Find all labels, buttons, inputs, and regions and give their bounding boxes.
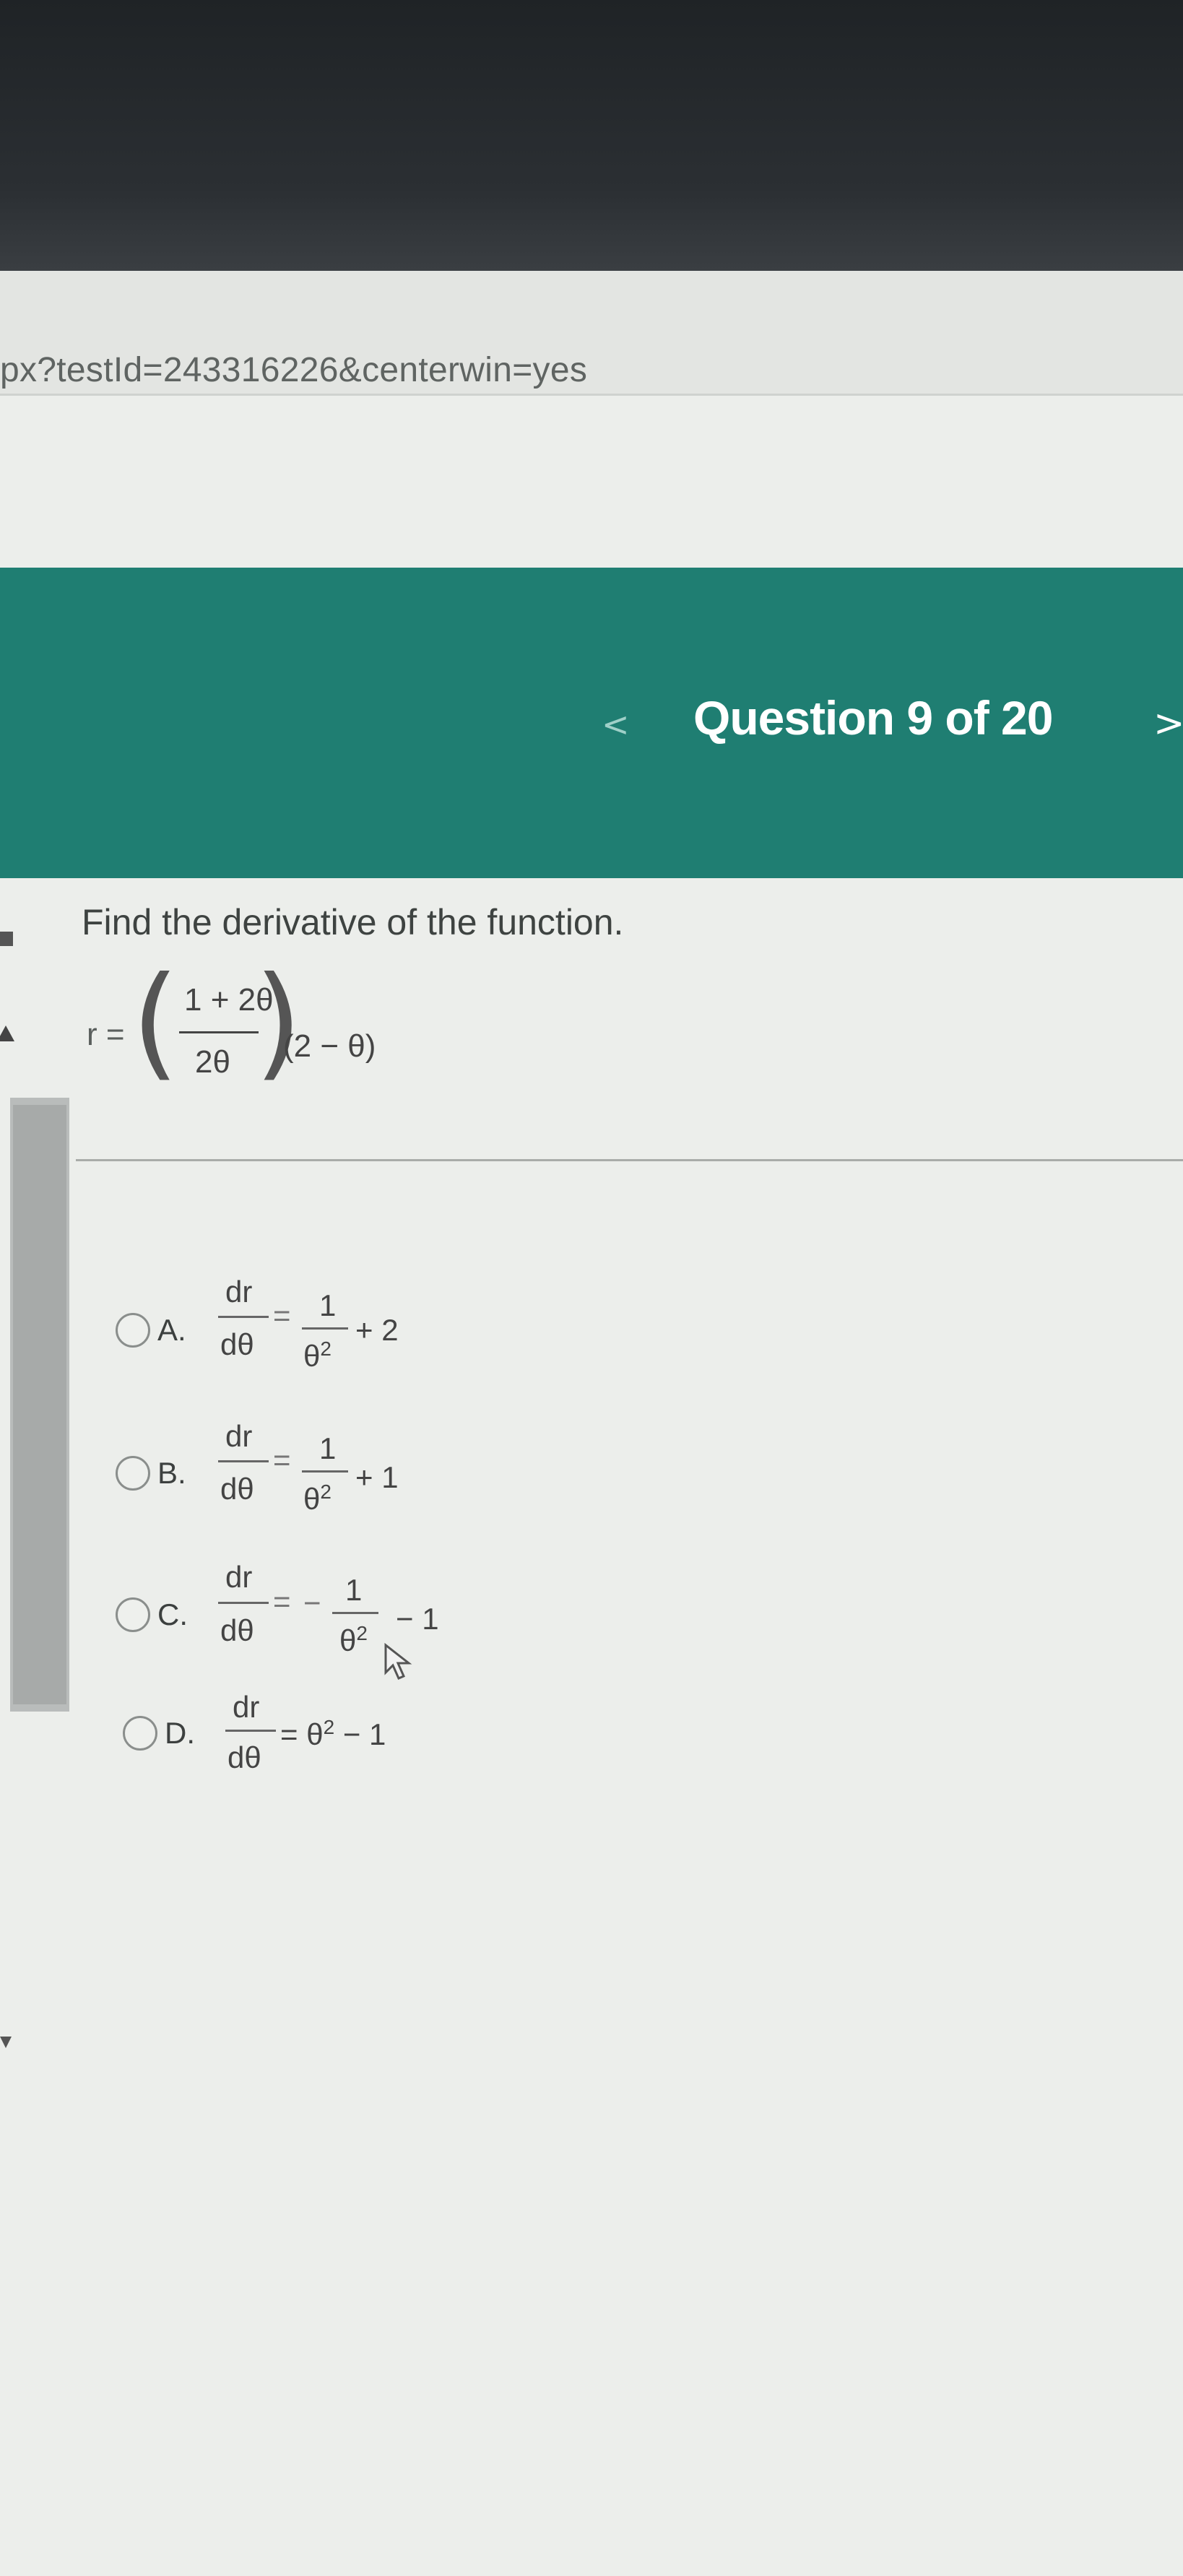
address-bar[interactable]: px?testId=243316226&centerwin=yes (0, 271, 1183, 396)
function-fraction-bar (179, 1031, 259, 1033)
question-counter: Question 9 of 20 (693, 691, 1053, 745)
prev-question-button[interactable]: < (602, 705, 630, 744)
option-d-lhs-bar (225, 1730, 276, 1732)
function-denominator: 2θ (195, 1044, 230, 1080)
option-c-tail: − 1 (396, 1602, 439, 1636)
option-b-lhs-den: dθ (220, 1472, 254, 1506)
option-c-lhs-num: dr (225, 1560, 253, 1594)
option-b-lhs-bar (218, 1460, 269, 1462)
function-factor: (2 − θ) (283, 1028, 376, 1064)
option-b-lhs-num: dr (225, 1419, 253, 1453)
option-b-tail: + 1 (355, 1460, 399, 1494)
option-c-lhs-den: dθ (220, 1613, 254, 1647)
option-a-rhs-num: 1 (319, 1288, 337, 1322)
left-edge-marker (0, 932, 13, 946)
option-a-tail: + 2 (355, 1313, 399, 1347)
option-a-rhs-den: θ2 (303, 1337, 332, 1373)
option-b-eq: = (273, 1443, 291, 1477)
option-c-lhs-bar (218, 1602, 269, 1604)
option-d-letter: D. (165, 1716, 195, 1750)
scrollbar-thumb[interactable] (13, 1105, 66, 1704)
option-d-lhs-num: dr (233, 1690, 260, 1724)
option-b-rhs-den: θ2 (303, 1480, 332, 1516)
option-a-radio[interactable] (116, 1313, 150, 1348)
option-c-letter: C. (157, 1597, 188, 1631)
option-c-rhs-num: 1 (345, 1573, 363, 1607)
left-paren: ( (131, 950, 180, 1093)
scroll-down-arrow-icon[interactable] (0, 2037, 12, 2048)
option-a-rhs-bar (302, 1327, 348, 1330)
option-c-radio[interactable] (116, 1597, 150, 1632)
function-lhs: r = (87, 1017, 125, 1052)
option-a-letter: A. (157, 1313, 186, 1347)
option-b-rhs-bar (302, 1470, 348, 1473)
option-b-radio[interactable] (116, 1456, 150, 1491)
option-a-lhs-num: dr (225, 1275, 253, 1309)
option-d-lhs-den: dθ (228, 1740, 261, 1774)
scroll-up-arrow-icon[interactable] (0, 1025, 14, 1041)
mouse-pointer-icon (384, 1642, 412, 1680)
option-b-rhs-num: 1 (319, 1431, 337, 1465)
option-b-letter: B. (157, 1456, 186, 1490)
next-question-button[interactable]: > (1153, 702, 1183, 745)
option-c-sign: − (303, 1586, 321, 1620)
url-text[interactable]: px?testId=243316226&centerwin=yes (0, 350, 587, 390)
option-a-eq: = (273, 1298, 291, 1332)
option-c-rhs-den: θ2 (339, 1622, 368, 1657)
option-a-lhs-bar (218, 1316, 269, 1318)
option-d-radio[interactable] (123, 1716, 157, 1751)
option-d-rhs: = θ2 − 1 (280, 1716, 386, 1751)
right-paren: ) (254, 950, 303, 1093)
question-prompt: Find the derivative of the function. (82, 902, 624, 942)
question-header: < Question 9 of 20 > (0, 568, 1183, 878)
device-top-bezel (0, 0, 1183, 271)
section-divider (76, 1159, 1183, 1161)
option-c-rhs-bar (332, 1612, 378, 1614)
option-a-lhs-den: dθ (220, 1327, 254, 1361)
option-c-eq: = (273, 1584, 291, 1618)
